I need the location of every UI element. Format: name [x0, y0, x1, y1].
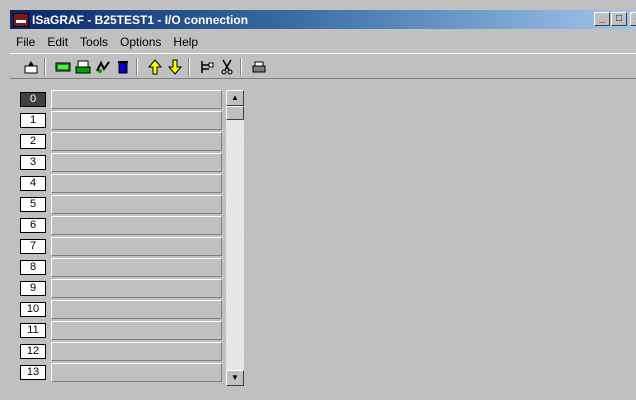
slot-board-field[interactable] [51, 300, 222, 319]
tree-icon[interactable] [198, 58, 216, 76]
slot-board-field[interactable] [51, 237, 222, 256]
board-icon[interactable] [54, 58, 72, 76]
toolbar-separator [240, 58, 242, 76]
slot-number-button[interactable]: 1 [20, 113, 46, 128]
move-down-icon[interactable] [166, 58, 184, 76]
slot-board-field[interactable] [51, 216, 222, 235]
cut-icon[interactable] [218, 58, 236, 76]
move-up-icon[interactable] [146, 58, 164, 76]
slot-row[interactable]: 2 [20, 132, 222, 151]
open-board-icon[interactable] [22, 58, 40, 76]
scroll-up-button[interactable]: ▲ [226, 90, 244, 106]
scroll-down-button[interactable]: ▼ [226, 370, 244, 386]
slot-board-field[interactable] [51, 153, 222, 172]
slot-board-field[interactable] [51, 132, 222, 151]
slot-board-field[interactable] [51, 279, 222, 298]
slot-row[interactable]: 6 [20, 216, 222, 235]
slot-row[interactable]: 11 [20, 321, 222, 340]
slot-number-button[interactable]: 8 [20, 260, 46, 275]
slot-row[interactable]: 0 [20, 90, 222, 109]
maximize-button[interactable]: □ [611, 12, 627, 26]
toolbar-separator [44, 58, 46, 76]
print-icon[interactable] [250, 58, 268, 76]
slot-row[interactable]: 3 [20, 153, 222, 172]
slot-number-button[interactable]: 9 [20, 281, 46, 296]
menu-tools[interactable]: Tools [74, 35, 114, 49]
io-connection-window: ISaGRAF - B25TEST1 - I/O connection _ □ … [0, 0, 636, 400]
slot-number-button[interactable]: 12 [20, 344, 46, 359]
toolbar-separator [188, 58, 190, 76]
minimize-button[interactable]: _ [594, 12, 610, 26]
toolbar-separator [136, 58, 138, 76]
title-bar[interactable]: ISaGRAF - B25TEST1 - I/O connection _ □ … [10, 10, 636, 29]
menu-bar: File Edit Tools Options Help [10, 33, 204, 51]
slot-number-button[interactable]: 5 [20, 197, 46, 212]
slot-board-field[interactable] [51, 321, 222, 340]
slot-number-button[interactable]: 11 [20, 323, 46, 338]
window-title: ISaGRAF - B25TEST1 - I/O connection [32, 12, 249, 27]
slot-board-field[interactable] [51, 90, 222, 109]
board-params-icon[interactable] [74, 58, 92, 76]
connect-icon[interactable] [94, 58, 112, 76]
toolbar [10, 53, 636, 79]
slot-number-button[interactable]: 13 [20, 365, 46, 380]
slot-number-button[interactable]: 6 [20, 218, 46, 233]
slot-board-field[interactable] [51, 195, 222, 214]
slot-row[interactable]: 10 [20, 300, 222, 319]
slot-row[interactable]: 7 [20, 237, 222, 256]
slot-number-button[interactable]: 0 [20, 92, 46, 107]
slot-number-button[interactable]: 4 [20, 176, 46, 191]
menu-file[interactable]: File [10, 35, 41, 49]
slot-row[interactable]: 13 [20, 363, 222, 382]
slot-number-button[interactable]: 2 [20, 134, 46, 149]
slot-board-field[interactable] [51, 111, 222, 130]
slot-number-button[interactable]: 10 [20, 302, 46, 317]
slot-scrollbar[interactable]: ▲ ▼ [226, 90, 244, 386]
slot-number-button[interactable]: 3 [20, 155, 46, 170]
close-button[interactable]: × [630, 12, 636, 26]
slot-row[interactable]: 12 [20, 342, 222, 361]
delete-icon[interactable] [114, 58, 132, 76]
slot-row[interactable]: 9 [20, 279, 222, 298]
slot-number-button[interactable]: 7 [20, 239, 46, 254]
slot-board-field[interactable] [51, 174, 222, 193]
menu-help[interactable]: Help [167, 35, 204, 49]
slot-board-field[interactable] [51, 363, 222, 382]
slot-row[interactable]: 8 [20, 258, 222, 277]
slot-board-field[interactable] [51, 342, 222, 361]
menu-edit[interactable]: Edit [41, 35, 74, 49]
isagraf-app-icon[interactable] [13, 12, 29, 27]
slot-board-field[interactable] [51, 258, 222, 277]
slot-row[interactable]: 4 [20, 174, 222, 193]
slot-row[interactable]: 1 [20, 111, 222, 130]
slot-row[interactable]: 5 [20, 195, 222, 214]
menu-options[interactable]: Options [114, 35, 167, 49]
scroll-thumb[interactable] [226, 106, 244, 120]
